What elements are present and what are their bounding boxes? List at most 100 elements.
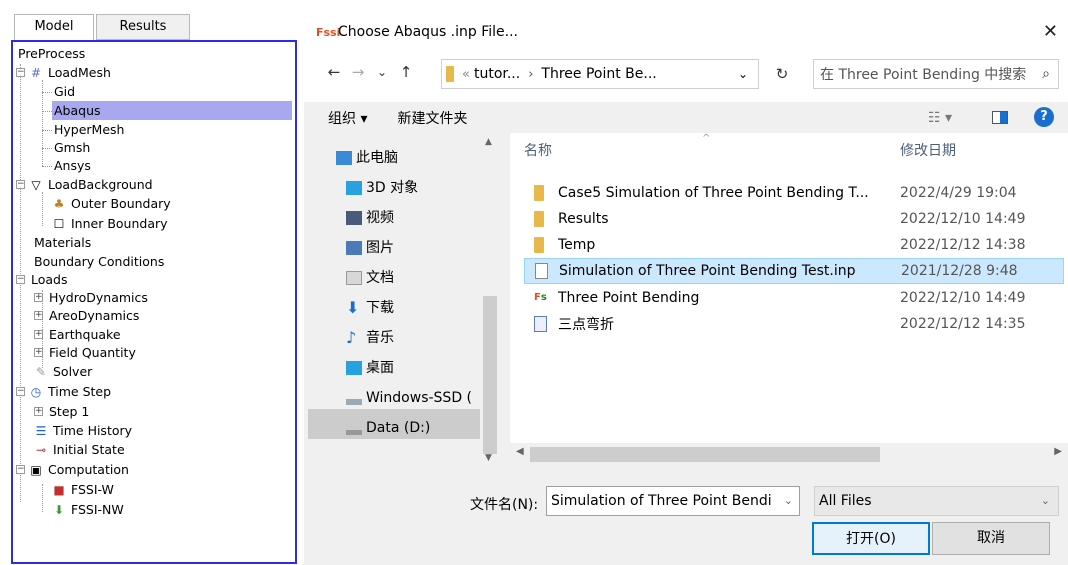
tree-item-inner-boundary[interactable]: ☐ Inner Boundary	[52, 214, 170, 233]
column-header-name[interactable]: 名称	[524, 133, 552, 171]
dialog-titlebar: Fssi Choose Abaqus .inp File... ✕	[304, 15, 1068, 49]
file-row[interactable]: Results 2022/12/10 14:49	[524, 206, 1064, 232]
tab-model[interactable]: Model	[14, 14, 94, 41]
organize-menu[interactable]: 组织 ▾	[328, 108, 367, 128]
tree-item-gid[interactable]: Gid	[52, 82, 77, 101]
boundary-box-icon: ☐	[53, 216, 65, 231]
navigation-pane: 此电脑 3D 对象 视频 图片 文档 ⬇ 下载 ♪ 音乐 桌面 Windows-…	[304, 133, 500, 467]
chevron-down-icon[interactable]: ⌄	[784, 487, 793, 515]
nav-scrollbar[interactable]: ▲ ▼	[480, 133, 500, 467]
scroll-left-icon[interactable]: ◀	[516, 446, 524, 457]
history-icon: ☰	[35, 423, 47, 438]
expand-icon[interactable]: +	[34, 348, 43, 357]
chevron-down-icon[interactable]: ⌄	[738, 67, 748, 81]
cancel-button[interactable]: 取消	[932, 522, 1050, 555]
tree-item-fssi-w[interactable]: ■ FSSI-W	[52, 480, 116, 499]
tree-item-computation[interactable]: − ▣ Computation	[16, 460, 131, 479]
folder-icon	[534, 237, 544, 253]
view-options-icon[interactable]: ☷ ▾	[928, 110, 952, 126]
chevron-right-icon: ›	[528, 66, 534, 82]
nav-item-desktop[interactable]: 桌面	[346, 353, 394, 383]
collapse-icon[interactable]: −	[16, 275, 25, 284]
scroll-right-icon[interactable]: ▶	[1054, 446, 1062, 457]
breadcrumb-item[interactable]: Three Point Be...	[541, 66, 656, 82]
file-row[interactable]: Fs Three Point Bending 2022/12/10 14:49	[524, 285, 1064, 311]
tree-item-loadbackground[interactable]: − ▽ LoadBackground	[16, 175, 155, 194]
scroll-down-icon[interactable]: ▼	[485, 453, 492, 463]
recent-dropdown-icon[interactable]: ⌄	[370, 65, 394, 79]
collapse-icon[interactable]: −	[16, 180, 25, 189]
file-row-selected[interactable]: Simulation of Three Point Bending Test.i…	[524, 258, 1064, 284]
tree-item-time-step[interactable]: − ◷ Time Step	[16, 382, 113, 401]
breadcrumb-overflow[interactable]: «	[462, 67, 470, 82]
tree-item-preprocess[interactable]: PreProcess	[16, 44, 87, 63]
column-header-date[interactable]: 修改日期	[900, 133, 956, 171]
nav-item-music[interactable]: ♪ 音乐	[346, 323, 394, 353]
search-icon: ⌕	[1042, 66, 1050, 82]
file-row[interactable]: Case5 Simulation of Three Point Bending …	[524, 180, 1064, 206]
cube-icon	[346, 181, 362, 195]
tree-item-solver[interactable]: ✎ Solver	[34, 362, 94, 381]
nav-item-pictures[interactable]: 图片	[346, 233, 394, 263]
dialog-title: Choose Abaqus .inp File...	[338, 24, 519, 40]
funnel-icon: ▽	[31, 177, 41, 192]
scrollbar-thumb[interactable]	[530, 447, 880, 462]
tree-item-gmsh[interactable]: Gmsh	[52, 138, 92, 157]
breadcrumb-item[interactable]: tutor...	[474, 66, 520, 82]
tree-line	[42, 166, 52, 167]
scroll-up-icon[interactable]: ▲	[485, 137, 492, 147]
tree-item-hydrodynamics[interactable]: + HydroDynamics	[34, 288, 150, 307]
file-list-scrollbar[interactable]: ◀ ▶	[510, 443, 1068, 467]
filename-input[interactable]: Simulation of Three Point Bendi ⌄	[546, 486, 800, 516]
tree-item-hypermesh[interactable]: HyperMesh	[52, 120, 126, 139]
file-row[interactable]: 三点弯折 2022/12/12 14:35	[524, 311, 1064, 337]
file-row[interactable]: Temp 2022/12/12 14:38	[524, 232, 1064, 258]
close-icon[interactable]: ✕	[1043, 21, 1058, 42]
link-icon: ⊸	[35, 442, 47, 457]
expand-icon[interactable]: +	[34, 311, 43, 320]
tree-item-initial-state[interactable]: ⊸ Initial State	[34, 440, 127, 459]
video-icon	[346, 211, 362, 225]
expand-icon[interactable]: +	[34, 330, 43, 339]
tree-item-ansys[interactable]: Ansys	[52, 156, 93, 175]
expand-icon[interactable]: +	[34, 407, 43, 416]
nav-item-downloads[interactable]: ⬇ 下载	[346, 293, 394, 323]
tree-item-boundary-conditions[interactable]: Boundary Conditions	[32, 252, 166, 271]
search-input[interactable]: 在 Three Point Bending 中搜索 ⌕	[813, 59, 1059, 89]
tree-item-loadmesh[interactable]: − # LoadMesh	[16, 63, 113, 82]
collapse-icon[interactable]: −	[16, 68, 25, 77]
tree-item-earthquake[interactable]: + Earthquake	[34, 325, 123, 344]
nav-item-3d-objects[interactable]: 3D 对象	[346, 173, 418, 203]
tree-item-materials[interactable]: Materials	[32, 233, 93, 252]
tree-item-abaqus[interactable]: Abaqus	[52, 101, 292, 120]
tree-item-loads[interactable]: − Loads	[16, 270, 70, 289]
nav-item-this-pc[interactable]: 此电脑	[336, 143, 398, 173]
new-folder-button[interactable]: 新建文件夹	[397, 108, 467, 128]
tree-item-areodynamics[interactable]: + AreoDynamics	[34, 306, 141, 325]
tree-item-fssi-nw[interactable]: ⬇ FSSI-NW	[52, 500, 126, 519]
open-button[interactable]: 打开(O)	[812, 522, 930, 555]
scrollbar-thumb[interactable]	[483, 296, 497, 454]
collapse-icon[interactable]: −	[16, 387, 25, 396]
preview-pane-icon[interactable]	[992, 111, 1008, 124]
tab-results[interactable]: Results	[96, 14, 190, 40]
tree-item-outer-boundary[interactable]: ♣ Outer Boundary	[52, 194, 173, 213]
collapse-icon[interactable]: −	[16, 465, 25, 474]
folder-icon	[446, 66, 454, 82]
nav-item-windows-ssd[interactable]: Windows-SSD (	[346, 383, 472, 413]
forward-arrow-icon[interactable]: →	[346, 63, 370, 81]
tree-item-time-history[interactable]: ☰ Time History	[34, 421, 134, 440]
back-arrow-icon[interactable]: ←	[322, 63, 346, 81]
tree-line	[42, 192, 43, 226]
file-type-select[interactable]: All Files ⌄	[814, 486, 1059, 516]
up-arrow-icon[interactable]: ↑	[394, 63, 418, 81]
address-bar[interactable]: « tutor... › Three Point Be... ⌄	[441, 59, 759, 89]
help-icon[interactable]: ?	[1034, 107, 1054, 127]
nav-item-data-d[interactable]: Data (D:)	[346, 413, 430, 443]
tree-item-field-quantity[interactable]: + Field Quantity	[34, 343, 138, 362]
tree-item-step-1[interactable]: + Step 1	[34, 402, 91, 421]
refresh-icon[interactable]: ↻	[765, 59, 799, 89]
expand-icon[interactable]: +	[34, 293, 43, 302]
nav-item-documents[interactable]: 文档	[346, 263, 394, 293]
nav-item-videos[interactable]: 视频	[346, 203, 394, 233]
